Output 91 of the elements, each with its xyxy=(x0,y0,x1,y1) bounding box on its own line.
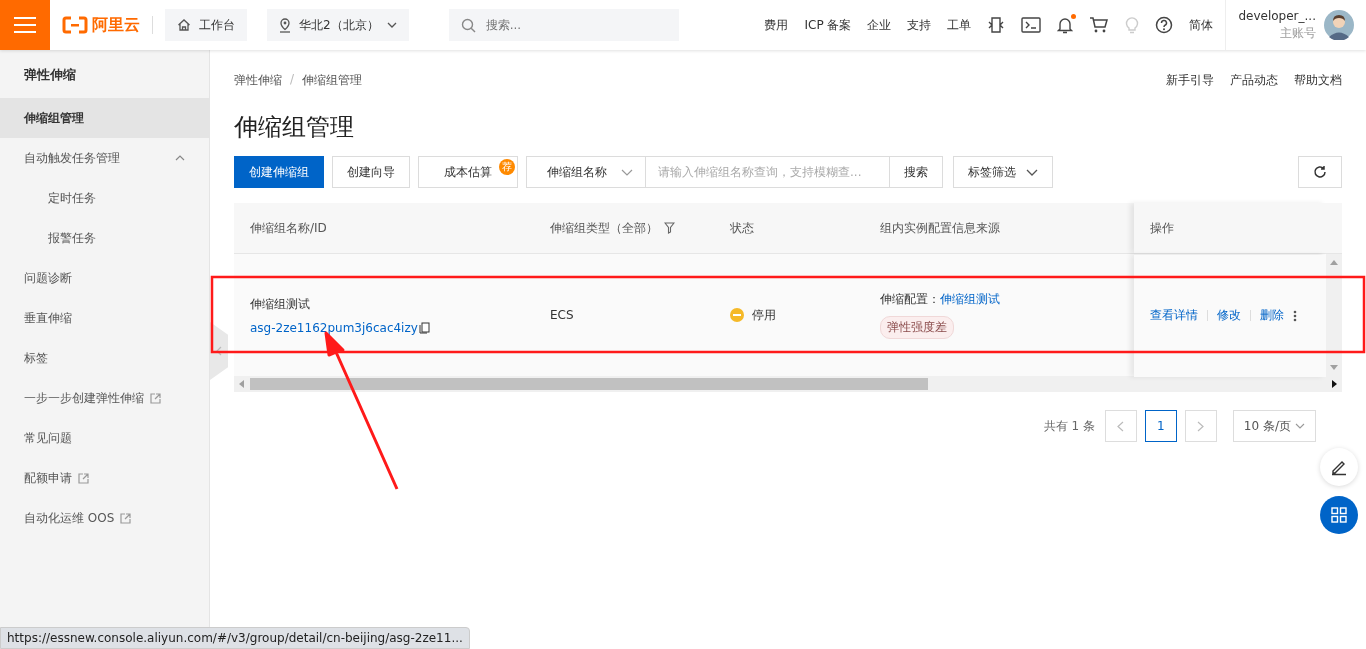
horizontal-scrollbar[interactable] xyxy=(234,376,1342,392)
language-link[interactable]: 简体 xyxy=(1189,16,1214,34)
avatar[interactable] xyxy=(1324,10,1354,40)
search-input[interactable]: 请输入伸缩组名称查询，支持模糊查... xyxy=(646,156,890,188)
home-icon xyxy=(177,18,191,32)
refresh-button[interactable] xyxy=(1298,156,1342,188)
sidebar-item[interactable]: 定时任务 xyxy=(0,178,209,218)
cart-icon[interactable] xyxy=(1089,16,1110,34)
column-header: 组内实例配置信息来源 xyxy=(880,219,1000,237)
breadcrumb-link[interactable]: 伸缩组管理 xyxy=(302,71,363,89)
refresh-icon xyxy=(1313,165,1327,179)
action-link[interactable]: 删除 xyxy=(1260,307,1284,324)
terminal-icon[interactable] xyxy=(1021,17,1042,33)
search-field-selector[interactable]: 伸缩组名称 xyxy=(526,156,646,188)
sidebar-item[interactable]: 配额申请 xyxy=(0,458,209,498)
external-link-icon xyxy=(120,512,132,524)
nav-link[interactable]: 费用 xyxy=(764,16,789,34)
column-header: 状态 xyxy=(730,219,754,237)
sidebar-item[interactable]: 自动触发任务管理 xyxy=(0,138,209,178)
search-button[interactable]: 搜索 xyxy=(890,156,943,188)
chevron-down-icon xyxy=(1295,423,1305,429)
sidebar-title: 弹性伸缩 xyxy=(23,66,77,84)
sidebar-item[interactable]: 自动化运维 OOS xyxy=(0,498,209,538)
feedback-button[interactable] xyxy=(1320,448,1358,486)
apps-button[interactable] xyxy=(1320,496,1358,534)
help-icon[interactable] xyxy=(1155,16,1174,34)
page-size-selector[interactable]: 10 条/页 xyxy=(1232,410,1316,442)
config-label: 伸缩配置： xyxy=(880,291,940,308)
logo-icon xyxy=(62,16,88,34)
chevron-down-icon xyxy=(621,168,633,176)
total-count: 共有 1 条 xyxy=(1043,417,1095,435)
menu-icon xyxy=(14,16,36,34)
external-link-icon xyxy=(78,472,89,484)
user-name[interactable]: developer_... xyxy=(1238,8,1316,23)
breadcrumb-link[interactable]: 弹性伸缩 xyxy=(234,71,282,89)
app-icon[interactable] xyxy=(987,16,1006,34)
filter-icon[interactable] xyxy=(664,222,675,234)
toolbar-button[interactable]: 创建向导 xyxy=(332,156,410,188)
group-name: 伸缩组测试 xyxy=(250,295,310,313)
sidebar-item[interactable]: 标签 xyxy=(0,338,209,378)
chevron-left-icon xyxy=(216,346,222,356)
column-header: 伸缩组名称/ID xyxy=(250,219,327,237)
scroll-right-icon[interactable] xyxy=(1332,380,1337,388)
chevron-left-icon xyxy=(1117,420,1125,432)
search-icon xyxy=(460,17,476,33)
action-link[interactable]: 修改 xyxy=(1217,307,1241,324)
more-icon[interactable] xyxy=(1293,309,1297,322)
help-link[interactable]: 产品动态 xyxy=(1230,71,1278,89)
external-link-icon xyxy=(150,392,161,404)
workbench-button[interactable]: 工作台 xyxy=(165,9,247,41)
help-link[interactable]: 帮助文档 xyxy=(1294,71,1342,89)
search-field[interactable]: 搜索... xyxy=(448,9,679,41)
warning-tag: 弹性强度差 xyxy=(880,316,954,339)
config-link[interactable]: 伸缩组测试 xyxy=(940,291,1000,308)
status-text: 停用 xyxy=(752,306,776,324)
sidebar-item[interactable]: 常见问题 xyxy=(0,418,209,458)
page-button[interactable]: 1 xyxy=(1144,410,1177,442)
recommend-badge: 荐 xyxy=(499,159,515,175)
grid-icon xyxy=(1331,507,1347,523)
nav-link[interactable]: 支持 xyxy=(907,16,932,34)
nav-link[interactable]: ICP 备案 xyxy=(804,16,852,34)
menu-button[interactable] xyxy=(0,0,50,50)
page-title: 伸缩组管理 xyxy=(234,112,355,143)
sidebar-item[interactable]: 垂直伸缩 xyxy=(0,298,209,338)
breadcrumb-separator: / xyxy=(290,71,295,88)
toolbar-button[interactable]: 成本估算 荐 xyxy=(418,156,518,188)
chevron-down-icon xyxy=(386,22,397,28)
tag-filter-button[interactable]: 标签筛选 xyxy=(953,156,1053,188)
chevron-right-icon xyxy=(1197,420,1205,432)
sidebar-item[interactable]: 伸缩组管理 xyxy=(0,98,209,138)
create-button[interactable]: 创建伸缩组 xyxy=(234,156,324,188)
action-link[interactable]: 查看详情 xyxy=(1150,307,1198,324)
sidebar-item[interactable]: 一步一步创建弹性伸缩 xyxy=(0,378,209,418)
help-link[interactable]: 新手引导 xyxy=(1166,71,1214,89)
account-type: 主账号 xyxy=(1280,24,1316,42)
sidebar-item[interactable]: 报警任务 xyxy=(0,218,209,258)
region-selector[interactable]: 华北2（北京） xyxy=(267,9,409,41)
sidebar-item[interactable]: 问题诊断 xyxy=(0,258,209,298)
group-id-link[interactable]: asg-2ze1162pum3j6cac4izy xyxy=(250,320,418,335)
table-cell: ECS xyxy=(550,308,574,322)
status-bar-url: https://essnew.console.aliyun.com/#/v3/group/detail/cn-beijing/asg-2ze11... xyxy=(0,627,470,649)
nav-link[interactable]: 工单 xyxy=(947,16,972,34)
chevron-up-icon xyxy=(175,155,185,161)
location-icon xyxy=(279,17,291,33)
copy-icon[interactable] xyxy=(418,321,430,334)
notification-bell-icon[interactable] xyxy=(1057,16,1074,34)
column-header: 操作 xyxy=(1150,219,1174,237)
chevron-down-icon xyxy=(1026,168,1038,176)
nav-link[interactable]: 企业 xyxy=(867,16,892,34)
search-input[interactable]: 搜索... xyxy=(483,17,667,33)
column-header: 伸缩组类型（全部） xyxy=(550,219,658,237)
